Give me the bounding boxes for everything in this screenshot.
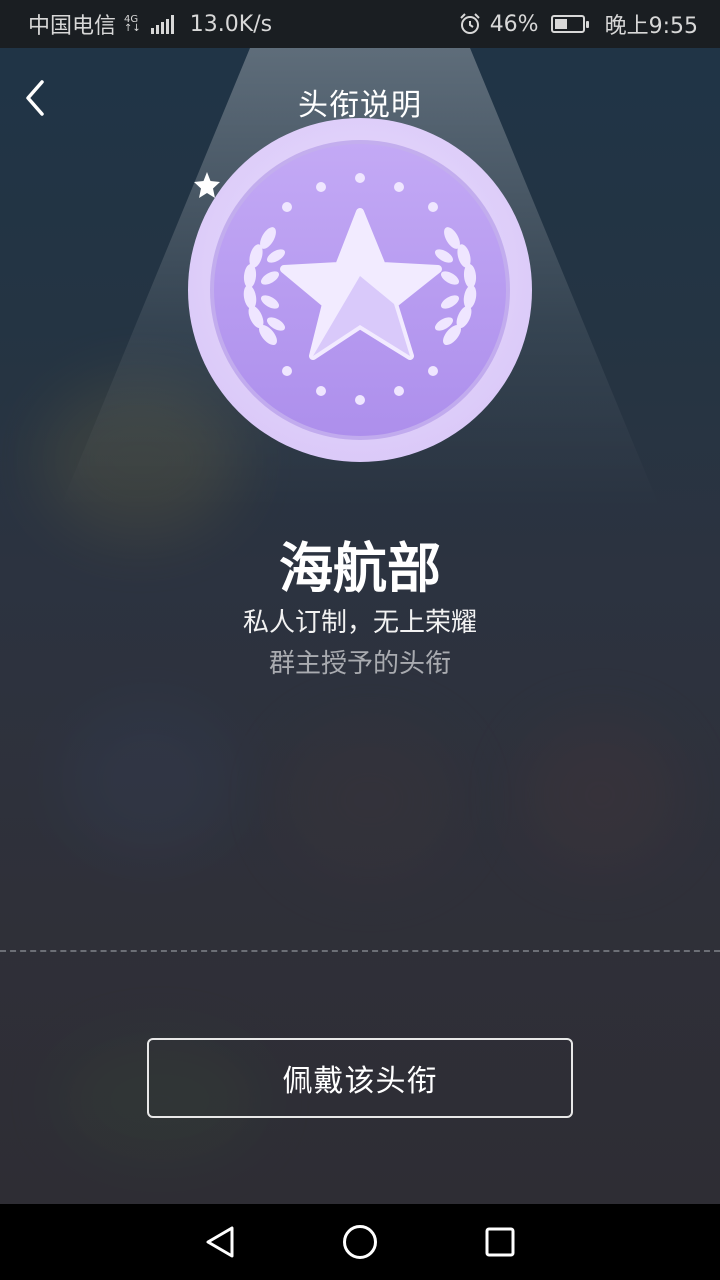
clock-time: 晚上9:55 (604, 14, 698, 39)
badge-subtitle: 私人订制，无上荣耀 (242, 608, 477, 638)
triangle-back-icon (206, 1226, 234, 1258)
status-right: 46% 晚上9:55 (458, 8, 698, 40)
badge-name: 海航部 (279, 537, 441, 600)
battery-icon (550, 15, 589, 33)
medal-star-icon (188, 118, 532, 462)
wear-title-button[interactable]: 佩戴该头衔 (147, 1038, 573, 1118)
screen: 中国电信 4G ↑↓ 13.0K/s 46% 晚上9:55 头衔说明 海航部 私… (0, 0, 720, 1280)
alarm-clock-icon (459, 13, 480, 34)
background-blob (520, 720, 680, 870)
battery-percent: 46% (489, 11, 539, 37)
square-recents-icon (485, 1227, 515, 1257)
signal-strength-icon (150, 14, 174, 34)
navigation-bar (0, 1204, 720, 1280)
network-type-icon: 4G ↑↓ (124, 15, 141, 34)
carrier-label: 中国电信 (28, 14, 117, 39)
background-blob (60, 700, 240, 860)
network-speed: 13.0K/s (189, 11, 273, 37)
nav-back-button[interactable] (190, 1212, 250, 1272)
status-left: 中国电信 4G ↑↓ 13.0K/s (28, 8, 272, 40)
nav-recents-button[interactable] (470, 1212, 530, 1272)
circle-home-icon (343, 1225, 377, 1259)
nav-home-button[interactable] (330, 1212, 390, 1272)
status-bar: 中国电信 4G ↑↓ 13.0K/s 46% 晚上9:55 (0, 0, 720, 48)
dashed-divider (0, 950, 720, 952)
badge-description: 群主授予的头衔 (268, 649, 451, 679)
badge-medal (186, 116, 534, 464)
background-blob (280, 720, 460, 880)
network-direction-label: ↑↓ (124, 23, 141, 34)
